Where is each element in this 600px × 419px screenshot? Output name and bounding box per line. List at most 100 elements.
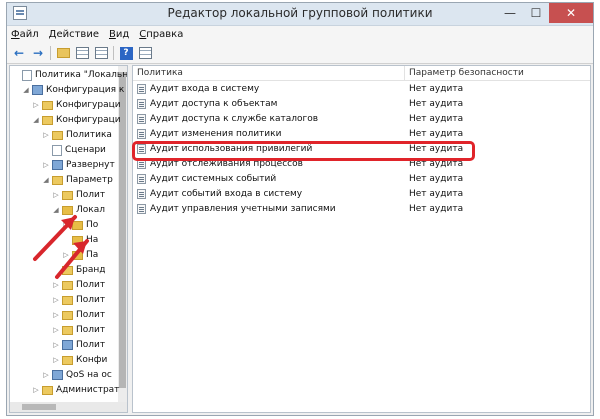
folder-icon [62,295,73,305]
tree-item[interactable]: ◢ Параметр [42,173,113,187]
close-button[interactable]: ✕ [549,3,593,23]
up-folder-button[interactable] [56,46,70,60]
expander-icon[interactable]: ▷ [42,131,50,139]
tree-item[interactable]: ◢ Конфигурация к [22,83,124,97]
menu-action[interactable]: Действие [49,29,99,40]
folder-icon [62,355,73,365]
tree-item-label: Полит [76,340,106,350]
toolbar: ← → ? [7,43,593,64]
column-header-setting[interactable]: Параметр безопасности [405,66,524,80]
menu-view[interactable]: Вид [109,29,129,40]
policy-setting: Нет аудита [409,188,464,199]
tree-item[interactable]: ▷ Развернут [42,158,115,172]
policy-name: Аудит событий входа в систему [150,188,303,199]
policy-row[interactable]: Аудит системных событий Нет аудита [133,171,590,186]
export-list-icon [94,47,108,59]
tree-item-label: Конфигурация к [46,85,125,95]
folder-icon [42,385,53,395]
tree-item[interactable]: ▷ Администрат [32,383,119,397]
expander-icon[interactable]: ▷ [42,161,50,169]
tree-item[interactable]: ▷ Конфигураци [32,98,121,112]
expander-icon[interactable]: ▷ [32,101,40,109]
policy-name: Аудит системных событий [150,173,277,184]
back-arrow-icon[interactable]: ← [12,46,26,60]
window-controls: — ☐ ✕ [497,3,593,23]
tree-item[interactable]: ▷ QoS на ос [42,368,112,382]
tree-item-label: Полит [76,295,106,305]
tree-item-label: Сценари [65,145,106,155]
policy-name: Аудит изменения политики [150,128,282,139]
policy-row[interactable]: Аудит доступа к службе каталогов Нет ауди… [133,111,590,126]
tree-item[interactable]: Политика "Локальный [12,68,128,82]
tree-item[interactable]: ▷ Полит [52,338,105,352]
tree-item[interactable]: ▷ Конфи [52,353,107,367]
list-header: Политика Параметр безопасности [133,66,590,81]
tree-item-label: Политика [66,130,112,140]
expander-icon[interactable]: ◢ [22,86,30,94]
policy-setting: Нет аудита [409,113,464,124]
policy-row[interactable]: Аудит управления учетными записями Нет ау… [133,201,590,216]
policy-row[interactable]: Аудит событий входа в систему Нет аудита [133,186,590,201]
expander-icon[interactable]: ▷ [52,341,60,349]
expander-icon[interactable]: ▷ [52,326,60,334]
annotation-arrows [33,215,89,279]
computer-icon [52,160,63,170]
folder-icon [62,310,73,320]
tree-item[interactable]: ▷ Полит [52,293,105,307]
document-icon [22,69,32,81]
maximize-button[interactable]: ☐ [523,3,549,23]
tree-item[interactable]: ▷ Полит [52,323,105,337]
expander-icon[interactable]: ▷ [52,311,60,319]
tree-item-label: Конфигураци [56,100,121,110]
expander-icon[interactable]: ▷ [52,356,60,364]
menu-file[interactable]: Файл [11,29,39,40]
properties-button[interactable] [138,46,152,60]
export-list-button[interactable] [94,46,108,60]
toolbar-separator-2 [113,46,114,60]
tree-item-label: Политика "Локальный [35,70,128,80]
tree-horizontal-scrollbar[interactable] [10,402,127,412]
help-icon: ? [119,46,133,60]
tree-item[interactable]: ▷ Политика [42,128,112,142]
policy-icon [137,83,146,94]
policy-icon [137,203,146,214]
help-button[interactable]: ? [119,46,133,60]
tree-item-label: Развернут [66,160,115,170]
show-tree-button[interactable] [75,46,89,60]
policy-name: Аудит доступа к объектам [150,98,278,109]
highlight-box [132,141,475,161]
forward-arrow-icon[interactable]: → [31,46,45,60]
folder-icon [42,100,53,110]
policy-setting: Нет аудита [409,203,464,214]
policy-row[interactable]: Аудит входа в систему Нет аудита [133,81,590,96]
tree-item[interactable]: ▷ Полит [52,308,105,322]
policy-cell: Аудит изменения политики [133,126,405,141]
title-bar[interactable]: Редактор локальной групповой политики — … [7,3,593,26]
policy-icon [137,98,146,109]
column-header-policy[interactable]: Политика [133,66,405,80]
tree-item[interactable]: Сценари [42,143,106,157]
tree-item-label: Полит [76,325,106,335]
menu-bar: Файл Действие Вид Справка [7,26,593,43]
minimize-button[interactable]: — [497,3,523,23]
policy-row[interactable]: Аудит доступа к объектам Нет аудита [133,96,590,111]
policy-list: Политика Параметр безопасности Аудит вхо… [132,65,591,413]
policy-icon [137,173,146,184]
expander-icon[interactable]: ▷ [42,371,50,379]
expander-icon[interactable]: ▷ [32,386,40,394]
computer-icon [62,340,73,350]
expander-icon[interactable]: ◢ [42,176,50,184]
tree-hscroll-thumb[interactable] [22,404,56,410]
expander-icon[interactable]: ▷ [52,296,60,304]
panes: Политика "Локальный ◢ Конфигурация к ▷ Конфи… [7,63,593,415]
expander-icon[interactable]: ◢ [32,116,40,124]
policy-row[interactable]: Аудит изменения политики Нет аудита [133,126,590,141]
policy-name: Аудит доступа к службе каталогов [150,113,319,124]
policy-cell: Аудит доступа к объектам [133,96,405,111]
menu-help[interactable]: Справка [139,29,183,40]
tree-item[interactable]: ◢ Конфигураци [32,113,120,127]
folder-icon [52,175,63,185]
policy-setting: Нет аудита [409,83,464,94]
folder-up-icon [56,48,70,58]
document-icon [52,144,62,156]
